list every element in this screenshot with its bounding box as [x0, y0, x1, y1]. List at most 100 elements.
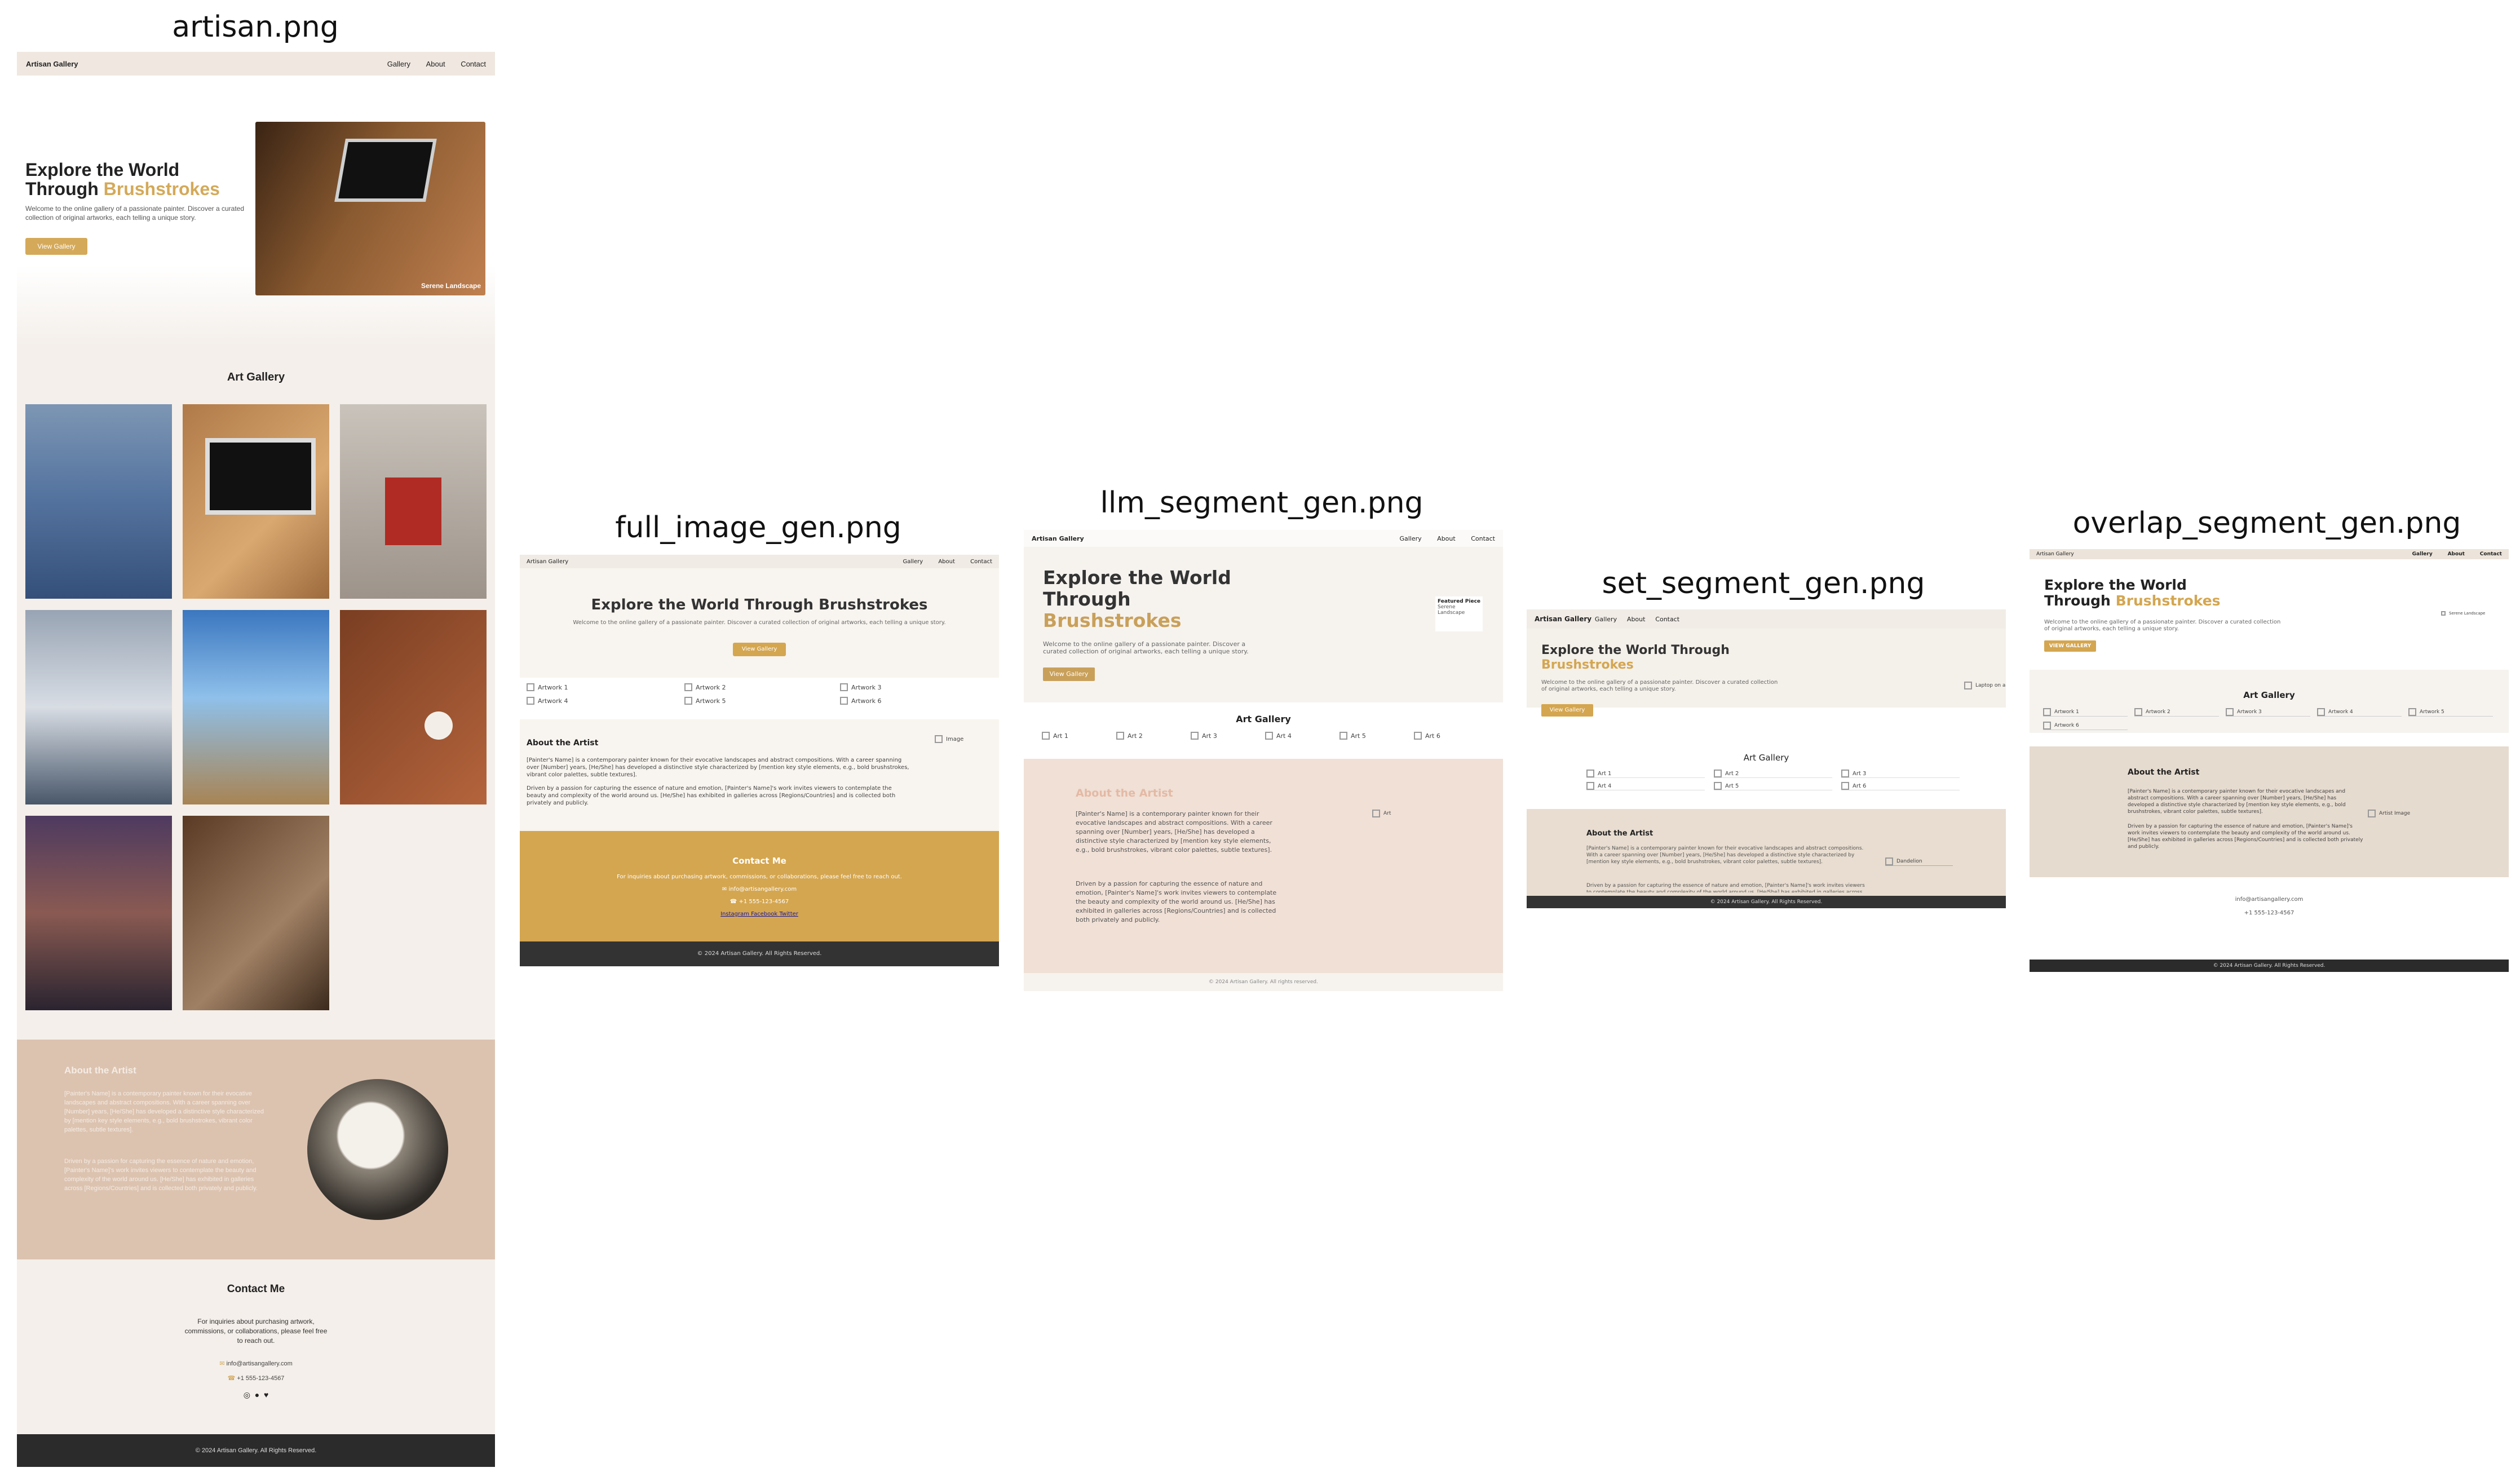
laptop-screen — [205, 438, 316, 515]
artisan-hero-image-caption: Serene Landscape — [421, 282, 481, 290]
overlap-gen-nav-about[interactable]: About — [2448, 551, 2465, 557]
set-gen-panel: Artisan Gallery Gallery About Contact Ex… — [1527, 609, 2006, 908]
overlap-gen-hero-title: Explore the World Through Brushstrokes — [2044, 577, 2221, 609]
llm-gen-brand[interactable]: Artisan Gallery — [1032, 535, 1084, 542]
llm-gen-navbar: Artisan Gallery Gallery About Contact — [1024, 530, 1503, 547]
set-gen-hero-accent: Brushstrokes — [1541, 658, 1634, 672]
full-gen-brand[interactable]: Artisan Gallery — [527, 559, 568, 565]
artwork-tile-city-night[interactable] — [25, 816, 172, 1010]
full-gen-email[interactable]: ✉ info@artisangallery.com — [520, 886, 999, 892]
artisan-contact-phone[interactable]: ☎ +1 555-123-4567 — [17, 1374, 495, 1382]
envelope-icon: ✉ — [722, 886, 727, 892]
llm-gen-featured-piece: Featured Piece Serene Landscape — [1435, 596, 1483, 631]
overlap-gen-email[interactable]: info@artisangallery.com — [2030, 896, 2509, 903]
artisan-contact-title: Contact Me — [227, 1283, 285, 1295]
llm-gen-panel: Artisan Gallery Gallery About Contact Ex… — [1024, 530, 1503, 991]
set-gen-art-3[interactable]: Art 3 — [1841, 770, 1960, 778]
instagram-icon[interactable]: ◎ — [244, 1390, 250, 1399]
full-gen-gallery-strip — [520, 678, 999, 719]
artisan-nav-gallery[interactable]: Gallery — [387, 60, 410, 68]
overlap-gen-phone[interactable]: +1 555-123-4567 — [2030, 910, 2509, 916]
full-gen-contact-title: Contact Me — [732, 856, 786, 866]
full-gen-artwork-4[interactable]: Artwork 4 — [527, 697, 568, 705]
artisan-footer: © 2024 Artisan Gallery. All Rights Reser… — [17, 1434, 495, 1467]
full-gen-artwork-6[interactable]: Artwork 6 — [840, 697, 881, 705]
llm-gen-nav-about[interactable]: About — [1437, 535, 1456, 542]
llm-gen-art-5[interactable]: Art 5 — [1339, 732, 1366, 740]
set-gen-nav-gallery[interactable]: Gallery — [1595, 616, 1617, 623]
set-gen-nav-contact[interactable]: Contact — [1655, 616, 1679, 623]
set-gen-nav-about[interactable]: About — [1627, 616, 1646, 623]
llm-gen-footer: © 2024 Artisan Gallery. All rights reser… — [1024, 973, 1503, 991]
artwork-tile-lake[interactable] — [25, 404, 172, 599]
llm-gen-nav-contact[interactable]: Contact — [1471, 535, 1495, 542]
full-gen-artwork-3[interactable]: Artwork 3 — [840, 683, 881, 691]
artisan-contact-text: For inquiries about purchasing artwork, … — [184, 1318, 328, 1345]
artwork-tile-laptop[interactable] — [183, 404, 329, 599]
artisan-nav-contact[interactable]: Contact — [461, 60, 486, 68]
artwork-tile-waterfall[interactable] — [25, 610, 172, 804]
set-gen-art-5[interactable]: Art 5 — [1714, 782, 1832, 790]
overlap-gen-artwork-4[interactable]: Artwork 4 — [2317, 708, 2402, 717]
set-gen-art-4[interactable]: Art 4 — [1586, 782, 1705, 790]
set-gen-art-1[interactable]: Art 1 — [1586, 770, 1705, 778]
overlap-gen-artwork-2[interactable]: Artwork 2 — [2134, 708, 2219, 717]
full-gen-about-p1: [Painter's Name] is a contemporary paint… — [527, 757, 909, 778]
set-gen-view-gallery-button[interactable]: View Gallery — [1541, 704, 1593, 717]
full-gen-hero-text: Welcome to the online gallery of a passi… — [573, 620, 946, 626]
full-gen-nav-gallery[interactable]: Gallery — [903, 559, 923, 565]
artwork-tile-coffee[interactable] — [340, 610, 487, 804]
artwork-tile-tram[interactable] — [340, 404, 487, 599]
full-gen-artwork-1[interactable]: Artwork 1 — [527, 683, 568, 691]
artisan-navbar: Artisan Gallery Gallery About Contact — [17, 52, 495, 76]
full-gen-phone[interactable]: ☎ +1 555-123-4567 — [520, 899, 999, 905]
set-gen-art-6[interactable]: Art 6 — [1841, 782, 1960, 790]
full-gen-nav-about[interactable]: About — [938, 559, 955, 565]
facebook-link[interactable]: Facebook — [751, 911, 777, 917]
full-gen-artwork-2[interactable]: Artwork 2 — [684, 683, 726, 691]
overlap-gen-about-p2: Driven by a passion for capturing the es… — [2128, 824, 2363, 850]
set-gen-art-2[interactable]: Art 2 — [1714, 770, 1832, 778]
overlap-gen-gallery-title: Art Gallery — [2243, 690, 2295, 700]
twitter-icon[interactable]: ♥ — [264, 1390, 268, 1399]
llm-gen-about-p2: Driven by a passion for capturing the es… — [1076, 880, 1277, 923]
artisan-view-gallery-button[interactable]: View Gallery — [25, 238, 87, 255]
llm-gen-art-6[interactable]: Art 6 — [1414, 732, 1440, 740]
llm-gen-nav-gallery[interactable]: Gallery — [1399, 535, 1421, 542]
facebook-icon[interactable]: ● — [255, 1390, 259, 1399]
full-gen-artwork-5[interactable]: Artwork 5 — [684, 697, 726, 705]
overlap-gen-artwork-5[interactable]: Artwork 5 — [2408, 708, 2493, 717]
artwork-tile-desk[interactable] — [183, 816, 329, 1010]
artisan-brand[interactable]: Artisan Gallery — [26, 60, 78, 68]
full-gen-nav-contact[interactable]: Contact — [970, 559, 992, 565]
full-gen-footer: © 2024 Artisan Gallery. All Rights Reser… — [520, 941, 999, 966]
overlap-gen-about-title: About the Artist — [2128, 768, 2200, 777]
twitter-link[interactable]: Twitter — [779, 911, 798, 917]
overlap-gen-artwork-6[interactable]: Artwork 6 — [2043, 722, 2128, 730]
full-gen-contact-text: For inquiries about purchasing artwork, … — [617, 874, 902, 880]
overlap-gen-view-gallery-button[interactable]: VIEW GALLERY — [2044, 640, 2096, 652]
llm-gen-about-image: Art — [1372, 810, 1391, 817]
llm-gen-art-4[interactable]: Art 4 — [1265, 732, 1292, 740]
llm-gen-art-1[interactable]: Art 1 — [1042, 732, 1068, 740]
artwork-tile-pier[interactable] — [183, 610, 329, 804]
overlap-gen-artwork-3[interactable]: Artwork 3 — [2226, 708, 2310, 717]
llm-gen-art-3[interactable]: Art 3 — [1191, 732, 1217, 740]
phone-icon: ☎ — [227, 1375, 236, 1382]
instagram-link[interactable]: Instagram — [720, 911, 749, 917]
artisan-contact-email[interactable]: ✉ info@artisangallery.com — [17, 1360, 495, 1367]
full-gen-view-gallery-button[interactable]: View Gallery — [733, 643, 786, 656]
artisan-nav-about[interactable]: About — [426, 60, 445, 68]
set-gen-brand[interactable]: Artisan Gallery — [1535, 615, 1591, 623]
overlap-gen-nav-gallery[interactable]: Gallery — [2412, 551, 2433, 557]
overlap-gen-artwork-1[interactable]: Artwork 1 — [2043, 708, 2128, 717]
overlap-gen-panel: Artisan Gallery Gallery About Contact Ex… — [2030, 549, 2509, 972]
set-gen-hero-title: Explore the World Through Brushstrokes — [1541, 643, 1730, 672]
llm-gen-art-2[interactable]: Art 2 — [1116, 732, 1143, 740]
envelope-icon: ✉ — [219, 1360, 225, 1367]
overlap-gen-hero-text: Welcome to the online gallery of a passi… — [2044, 619, 2281, 632]
llm-gen-view-gallery-button[interactable]: View Gallery — [1043, 667, 1095, 681]
overlap-gen-nav-contact[interactable]: Contact — [2480, 551, 2502, 557]
cup-shape — [425, 711, 453, 740]
overlap-gen-brand[interactable]: Artisan Gallery — [2036, 551, 2074, 557]
